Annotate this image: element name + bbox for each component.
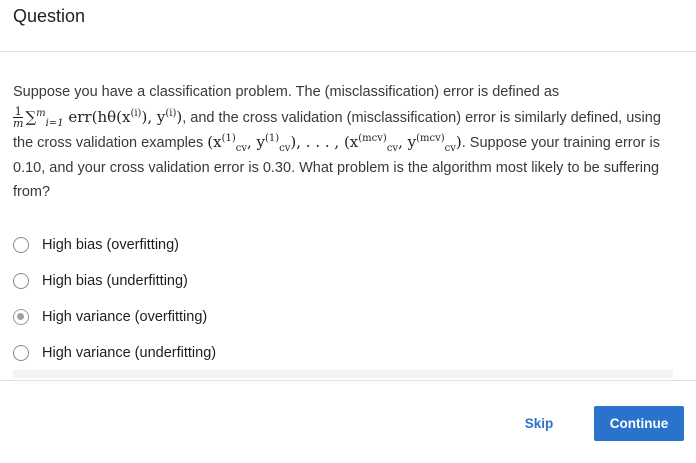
option-label: High bias (overfitting) — [42, 236, 179, 253]
skip-button[interactable]: Skip — [516, 407, 562, 439]
option-label: High variance (overfitting) — [42, 308, 208, 325]
quiz-page: Question Suppose you have a classificati… — [0, 0, 696, 463]
option-high-bias-underfitting[interactable]: High bias (underfitting) — [13, 263, 683, 299]
radio-button[interactable] — [13, 272, 29, 289]
question-footer: Skip Continue — [0, 380, 696, 463]
option-label: High variance (underfitting) — [42, 344, 217, 361]
question-header: Question — [0, 0, 696, 52]
radio-button[interactable] — [13, 344, 29, 361]
cv-examples-formula: (x(1)cv, y(1)cv), . . . , (x(mcv)cv, y(m… — [207, 133, 462, 154]
option-high-variance-overfitting[interactable]: High variance (overfitting) — [13, 299, 683, 335]
answer-options: High bias (overfitting) High bias (under… — [13, 227, 683, 371]
prompt-text-1: Suppose you have a classification proble… — [13, 84, 560, 100]
page-title: Question — [13, 6, 86, 26]
option-high-variance-underfitting[interactable]: High variance (underfitting) — [13, 335, 683, 371]
feedback-strip — [13, 370, 673, 378]
radio-button[interactable] — [13, 236, 29, 253]
formula-fraction: 1m — [13, 105, 24, 130]
option-label: High bias (underfitting) — [42, 272, 188, 289]
question-body: Suppose you have a classification proble… — [13, 80, 683, 371]
radio-button-selected[interactable] — [13, 308, 29, 325]
option-high-bias-overfitting[interactable]: High bias (overfitting) — [13, 227, 683, 263]
question-prompt: Suppose you have a classification proble… — [13, 80, 683, 205]
error-formula: 1 m ∑mi=1 err(hθ(x(i)), y(i)) — [13, 105, 183, 130]
continue-button[interactable]: Continue — [594, 406, 684, 441]
